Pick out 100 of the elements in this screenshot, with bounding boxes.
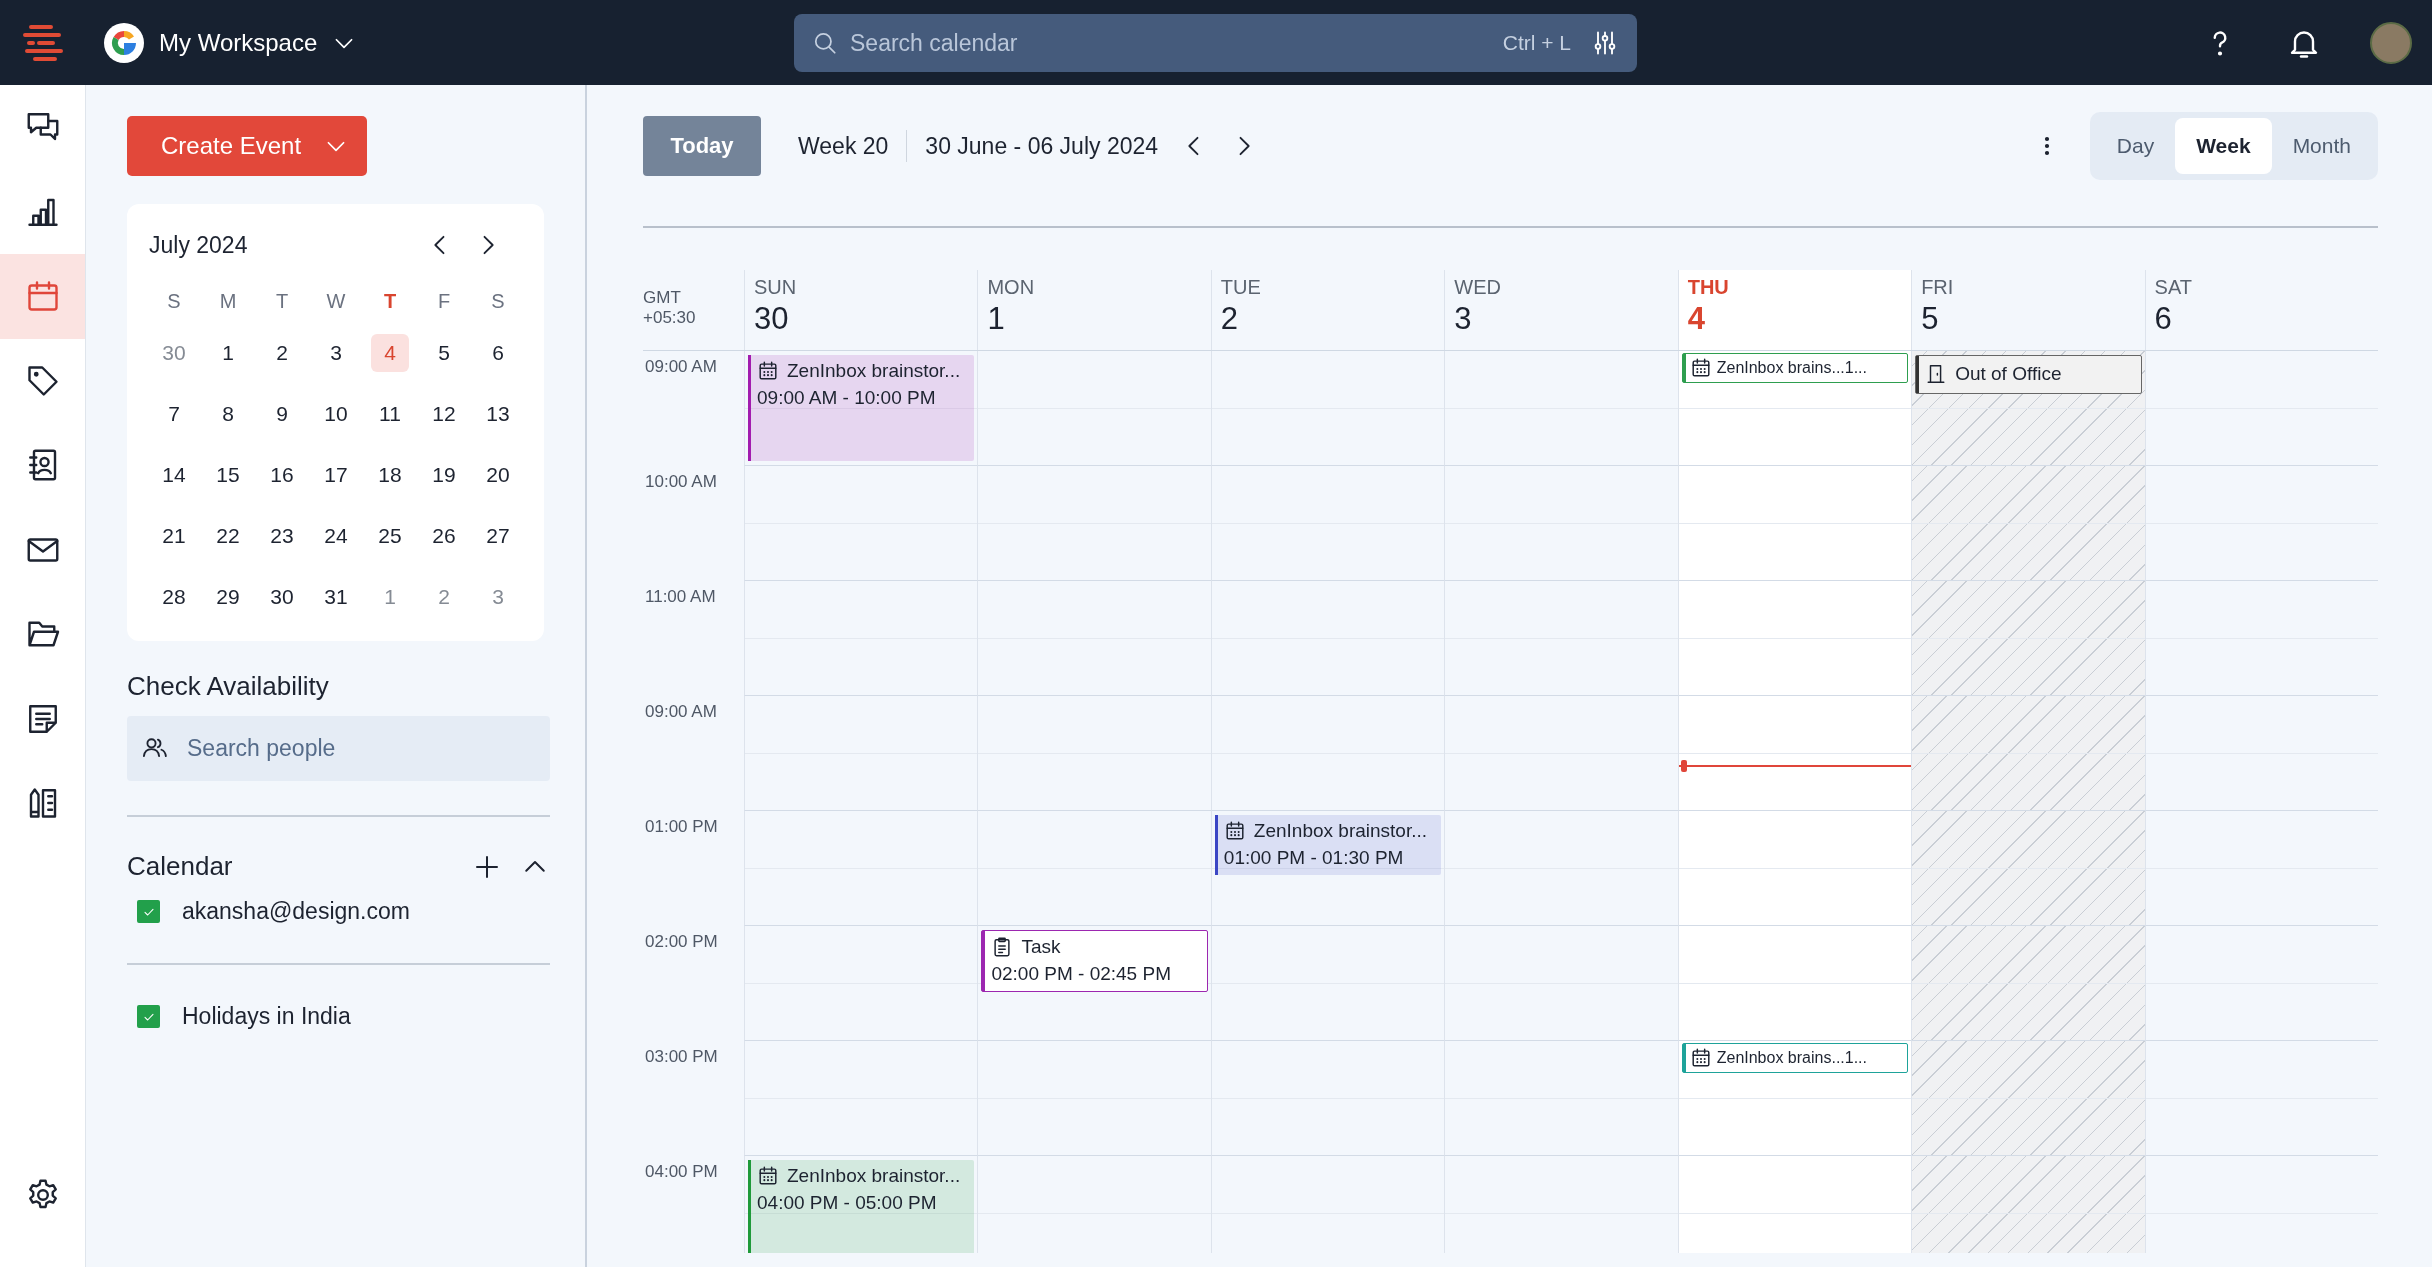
date-cell[interactable]: 21 bbox=[155, 516, 193, 555]
unavailable-time-slot[interactable] bbox=[1911, 466, 2145, 581]
date-cell[interactable]: 3 bbox=[317, 333, 355, 372]
time-slot[interactable] bbox=[1444, 581, 1678, 696]
time-slot[interactable] bbox=[2144, 581, 2378, 696]
date-cell[interactable]: 22 bbox=[209, 516, 247, 555]
date-cell[interactable]: 19 bbox=[425, 455, 463, 494]
date-cell[interactable]: 8 bbox=[209, 394, 247, 433]
time-slot[interactable] bbox=[977, 466, 1211, 581]
task-card[interactable]: Task 02:00 PM - 02:45 PM bbox=[981, 930, 1208, 992]
date-cell[interactable]: 4 bbox=[371, 333, 409, 372]
unavailable-time-slot[interactable] bbox=[1911, 696, 2145, 811]
date-cell[interactable]: 15 bbox=[209, 455, 247, 494]
date-cell[interactable]: 14 bbox=[155, 455, 193, 494]
workspace-switcher[interactable]: My Workspace bbox=[103, 21, 358, 64]
date-cell[interactable]: 7 bbox=[155, 394, 193, 433]
time-slot[interactable]: ZenInbox brains...1... bbox=[1677, 351, 1912, 466]
date-cell[interactable]: 2 bbox=[263, 333, 301, 372]
unavailable-time-slot[interactable]: Out of Office bbox=[1911, 351, 2145, 466]
date-cell[interactable]: 27 bbox=[479, 516, 517, 555]
time-slot[interactable] bbox=[1210, 351, 1445, 466]
date-cell[interactable]: 23 bbox=[263, 516, 301, 555]
date-cell[interactable]: 6 bbox=[479, 333, 517, 372]
time-slot[interactable] bbox=[1444, 696, 1678, 811]
time-slot[interactable] bbox=[2144, 811, 2378, 926]
checkbox[interactable] bbox=[137, 900, 160, 923]
unavailable-time-slot[interactable] bbox=[1911, 1156, 2145, 1253]
date-cell[interactable]: 29 bbox=[209, 577, 247, 616]
date-cell[interactable]: 9 bbox=[263, 394, 301, 433]
checkbox[interactable] bbox=[137, 1005, 160, 1028]
time-slot[interactable] bbox=[977, 811, 1211, 926]
day-number[interactable]: 6 bbox=[2154, 301, 2378, 337]
event-card[interactable]: ZenInbox brainstor... 01:00 PM - 01:30 PM bbox=[1214, 815, 1442, 875]
date-cell[interactable]: 5 bbox=[425, 333, 463, 372]
date-cell[interactable]: 20 bbox=[479, 455, 517, 494]
unavailable-time-slot[interactable] bbox=[1911, 581, 2145, 696]
view-tab[interactable]: Week bbox=[2175, 118, 2272, 174]
day-number[interactable]: 2 bbox=[1220, 301, 1445, 337]
view-tab[interactable]: Month bbox=[2271, 118, 2372, 174]
time-slot[interactable] bbox=[1444, 811, 1678, 926]
date-cell[interactable]: 30 bbox=[263, 577, 301, 616]
time-slot[interactable] bbox=[744, 696, 978, 811]
day-number[interactable]: 1 bbox=[987, 301, 1211, 337]
time-slot[interactable] bbox=[2144, 1156, 2378, 1253]
time-slot[interactable] bbox=[1677, 696, 1912, 811]
time-slot[interactable] bbox=[1210, 466, 1445, 581]
time-slot[interactable] bbox=[1677, 1156, 1912, 1253]
time-slot[interactable] bbox=[1444, 926, 1678, 1041]
today-button[interactable]: Today bbox=[643, 116, 761, 176]
time-slot[interactable] bbox=[977, 696, 1211, 811]
time-slot[interactable] bbox=[744, 926, 978, 1041]
time-slot[interactable] bbox=[1444, 351, 1678, 466]
time-slot[interactable]: ZenInbox brainstor... 01:00 PM - 01:30 PM bbox=[1210, 811, 1445, 926]
unavailable-time-slot[interactable] bbox=[1911, 811, 2145, 926]
time-slot[interactable] bbox=[2144, 696, 2378, 811]
unavailable-time-slot[interactable] bbox=[1911, 1041, 2145, 1156]
date-cell[interactable]: 3 bbox=[479, 577, 517, 616]
date-cell[interactable]: 1 bbox=[209, 333, 247, 372]
view-tab[interactable]: Day bbox=[2095, 118, 2176, 174]
time-slot[interactable] bbox=[1210, 581, 1445, 696]
time-slot[interactable] bbox=[1677, 581, 1912, 696]
time-slot[interactable] bbox=[744, 581, 978, 696]
create-event-button[interactable]: Create Event bbox=[127, 116, 367, 176]
time-slot[interactable] bbox=[1677, 811, 1912, 926]
time-slot[interactable] bbox=[1677, 926, 1912, 1041]
time-slot[interactable]: ZenInbox brains...1... bbox=[1677, 1041, 1912, 1156]
day-number[interactable]: 3 bbox=[1454, 301, 1678, 337]
time-slot[interactable] bbox=[977, 1041, 1211, 1156]
date-cell[interactable]: 18 bbox=[371, 455, 409, 494]
time-slot[interactable] bbox=[1210, 1156, 1445, 1253]
out-of-office-card[interactable]: Out of Office bbox=[1915, 355, 2142, 394]
time-slot[interactable] bbox=[1444, 1156, 1678, 1253]
user-avatar[interactable] bbox=[2370, 21, 2412, 64]
time-slot[interactable] bbox=[2144, 351, 2378, 466]
date-cell[interactable]: 10 bbox=[317, 394, 355, 433]
unavailable-time-slot[interactable] bbox=[1911, 926, 2145, 1041]
time-slot[interactable] bbox=[1444, 466, 1678, 581]
time-slot[interactable] bbox=[1444, 1041, 1678, 1156]
time-slot[interactable] bbox=[1210, 696, 1445, 811]
date-cell[interactable]: 25 bbox=[371, 516, 409, 555]
date-cell[interactable]: 30 bbox=[155, 333, 193, 372]
day-number[interactable]: 30 bbox=[754, 301, 978, 337]
time-slot[interactable] bbox=[744, 1041, 978, 1156]
date-cell[interactable]: 16 bbox=[263, 455, 301, 494]
time-slot[interactable] bbox=[2144, 466, 2378, 581]
date-cell[interactable]: 11 bbox=[371, 394, 409, 433]
time-slot[interactable] bbox=[744, 811, 978, 926]
striped-logo-icon[interactable] bbox=[20, 22, 65, 63]
time-slot[interactable] bbox=[1210, 1041, 1445, 1156]
date-cell[interactable]: 28 bbox=[155, 577, 193, 616]
time-slot[interactable] bbox=[977, 581, 1211, 696]
time-slot[interactable] bbox=[977, 1156, 1211, 1253]
date-cell[interactable]: 24 bbox=[317, 516, 355, 555]
date-cell[interactable]: 13 bbox=[479, 394, 517, 433]
time-slot[interactable] bbox=[744, 466, 978, 581]
time-slot[interactable] bbox=[977, 351, 1211, 466]
date-cell[interactable]: 12 bbox=[425, 394, 463, 433]
time-slot[interactable] bbox=[1210, 926, 1445, 1041]
people-search-field[interactable]: Search people bbox=[127, 716, 550, 781]
date-cell[interactable]: 17 bbox=[317, 455, 355, 494]
